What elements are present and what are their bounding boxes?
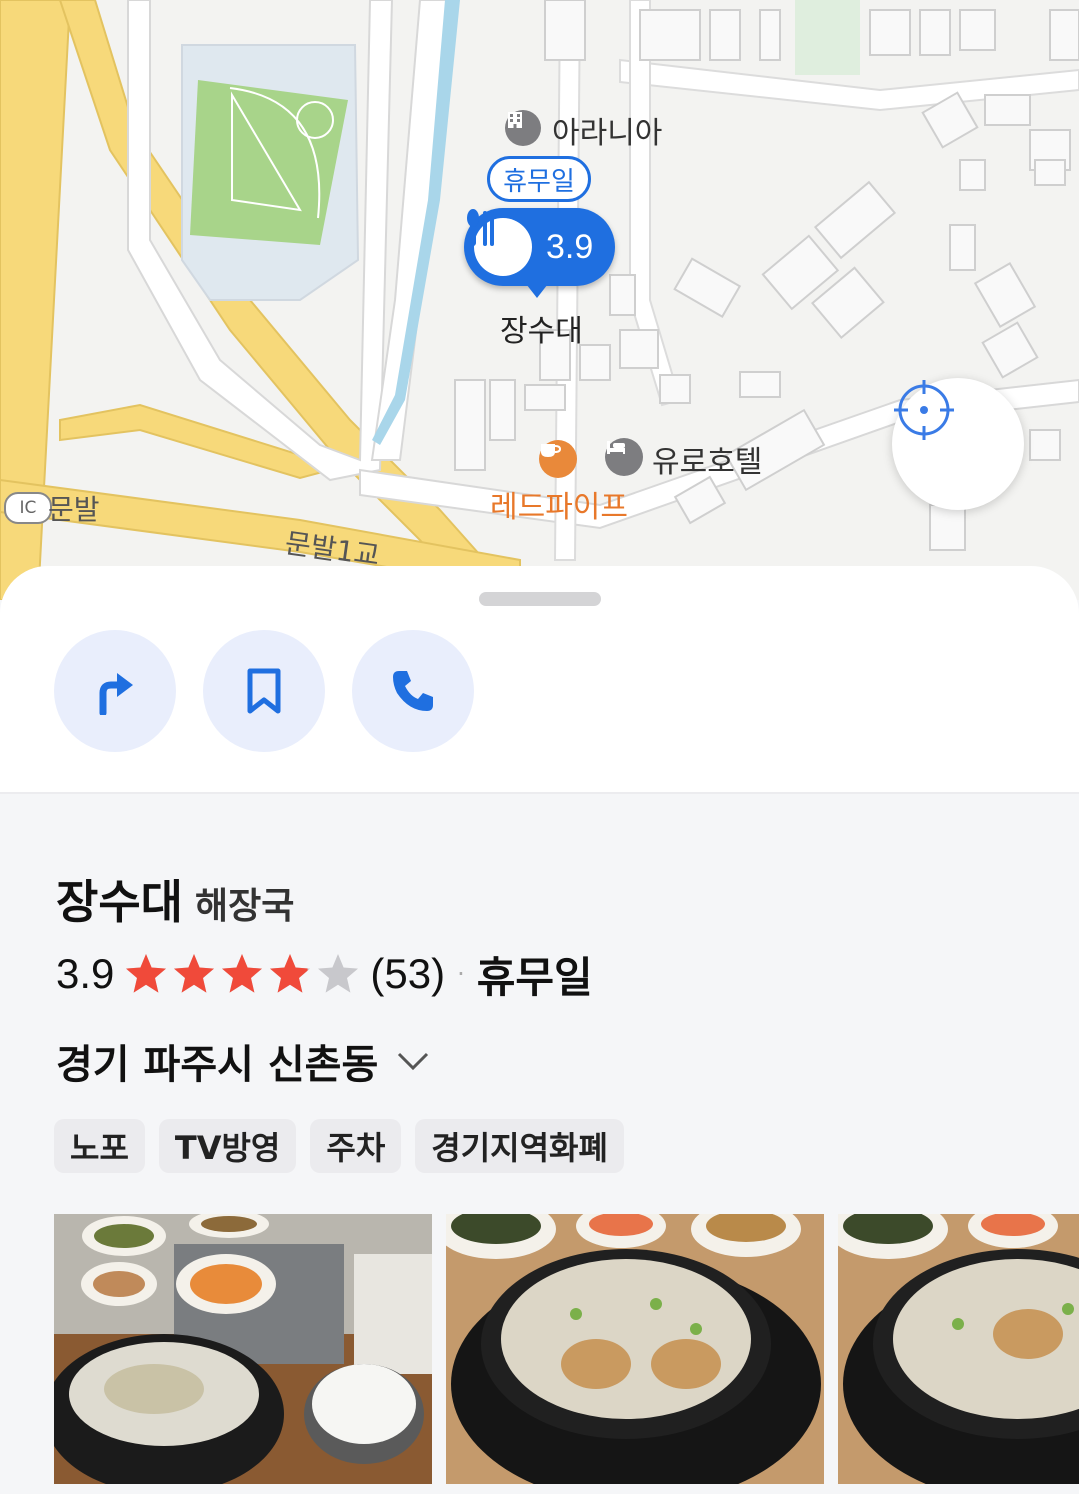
star-icon: [318, 954, 359, 993]
building-icon: [505, 110, 541, 146]
place-category: 해장국: [194, 886, 295, 927]
marker-pointer: [523, 280, 551, 298]
sheet-header: [0, 566, 1079, 794]
call-button[interactable]: [352, 630, 474, 752]
address-row[interactable]: 경기 파주시 신촌동: [56, 1034, 430, 1088]
chevron-down-icon: [398, 1052, 429, 1071]
star-icon: [174, 954, 215, 993]
locate-button[interactable]: [892, 378, 1024, 510]
drag-handle[interactable]: [479, 592, 601, 606]
hotel-icon: [605, 438, 643, 476]
marker-rating: 3.9: [546, 227, 594, 266]
star-icon: [126, 954, 167, 993]
place-marker[interactable]: 3.9: [464, 208, 615, 286]
photo-1[interactable]: [54, 1214, 432, 1484]
restaurant-icon: [467, 209, 532, 276]
review-count[interactable]: (53): [370, 950, 445, 998]
tag-chip: 경기지역화폐: [415, 1119, 624, 1173]
map-view[interactable]: 아라니아 휴무일 3.9 장수대 레드파이프 유로호텔 IC 문발 문발1교: [0, 0, 1079, 600]
tag-list: 노포 TV방영 주차 경기지역화폐: [54, 1119, 624, 1173]
star-rating: [124, 952, 364, 996]
tag-chip: 노포: [54, 1119, 145, 1173]
separator-dot: ·: [457, 960, 465, 988]
locate-crosshair-icon: [894, 380, 954, 440]
business-status: 휴무일: [476, 952, 593, 1002]
rating-row[interactable]: 3.9 (53) · 휴무일: [56, 948, 593, 1002]
address-text: 경기 파주시 신촌동: [56, 1042, 379, 1088]
road-ic-badge: IC: [4, 492, 52, 524]
photo-2[interactable]: [446, 1214, 824, 1484]
marker-status-badge[interactable]: 휴무일: [487, 156, 591, 202]
tag-chip: TV방영: [158, 1119, 297, 1173]
tag-chip: 주차: [310, 1119, 402, 1173]
marker-place-name[interactable]: 장수대: [500, 306, 583, 350]
directions-button[interactable]: [54, 630, 176, 752]
place-name: 장수대: [56, 875, 183, 929]
bookmark-icon: [247, 668, 281, 714]
place-detail-sheet: 장수대 해장국 3.9 (53) · 휴무일 경기 파주시 신촌동 노포 TV방영 주…: [0, 566, 1079, 1494]
star-icon: [222, 954, 263, 993]
star-icon: [270, 954, 311, 993]
poi-label-eurohotel[interactable]: 유로호텔: [652, 437, 762, 481]
poi-label-redpipe[interactable]: 레드파이프: [490, 482, 628, 526]
cafe-icon: [539, 440, 577, 478]
rating-value: 3.9: [56, 950, 115, 997]
save-bookmark-button[interactable]: [203, 630, 325, 752]
poi-label-arania[interactable]: 아라니아: [552, 108, 662, 152]
photo-strip[interactable]: [54, 1214, 1079, 1484]
photo-3[interactable]: [838, 1214, 1079, 1484]
place-title: 장수대 해장국: [56, 866, 294, 932]
phone-icon: [393, 671, 433, 711]
road-label-munbal: 문발: [48, 493, 100, 526]
directions-arrow-icon: [99, 673, 133, 715]
